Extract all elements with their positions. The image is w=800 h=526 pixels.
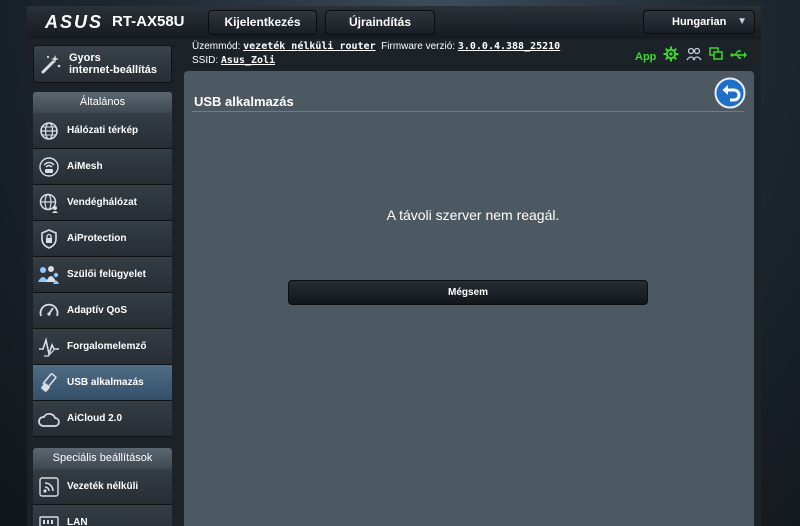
content-panel: USB alkalmazás A távoli szerver nem reag…	[184, 71, 754, 526]
back-button[interactable]	[714, 77, 746, 109]
clients-status-icon[interactable]	[686, 47, 702, 66]
sidebar-item-label: Hálózati térkép	[67, 125, 139, 136]
sidebar-item-guest-network[interactable]: Vendéghálózat	[33, 185, 172, 221]
sidebar-item-lan[interactable]: LAN	[33, 505, 172, 526]
sidebar-item-wireless[interactable]: Vezeték nélküli	[33, 469, 172, 505]
sidebar-item-label: Forgalomelemző	[67, 341, 147, 352]
page-title: USB alkalmazás	[194, 94, 294, 109]
sidebar-item-label: AiCloud 2.0	[67, 413, 123, 424]
language-value: Hungarian	[672, 16, 727, 28]
mode-label: Üzemmód:	[192, 41, 241, 52]
sidebar-item-label: USB alkalmazás	[67, 377, 144, 388]
advanced-menu: Vezeték nélküli LAN	[33, 469, 172, 526]
lan-icon	[37, 511, 61, 526]
usb-status-icon[interactable]	[730, 48, 748, 66]
sidebar-item-adaptive-qos[interactable]: Adaptív QoS	[33, 293, 172, 329]
sidebar-item-parental-control[interactable]: Szülői felügyelet	[33, 257, 172, 293]
title-divider	[192, 111, 744, 112]
quick-internet-setup-button[interactable]: Gyors internet-beállítás	[33, 45, 172, 83]
sidebar-item-usb-application[interactable]: USB alkalmazás	[33, 365, 172, 401]
quick-setup-line2: internet-beállítás	[69, 64, 158, 76]
wifi-icon	[37, 475, 61, 499]
logout-button[interactable]: Kijelentkezés	[208, 10, 317, 35]
wand-icon	[39, 52, 63, 76]
sidebar-item-label: Adaptív QoS	[67, 305, 128, 316]
sidebar-item-aimesh[interactable]: AiMesh	[33, 149, 172, 185]
network-status-icon[interactable]	[709, 47, 724, 66]
sidebar-item-label: Vendéghálózat	[67, 197, 138, 208]
family-icon	[37, 263, 61, 287]
advanced-section-title: Speciális beállítások	[33, 448, 172, 469]
cloud-icon	[37, 407, 61, 431]
app-link[interactable]: App	[635, 51, 656, 63]
traffic-analyzer-icon	[37, 335, 61, 359]
general-menu: Hálózati térkép AiMesh Vendéghálózat AiP…	[33, 113, 172, 437]
chevron-down-icon: ▼	[737, 16, 747, 27]
asus-logo: ASUS	[45, 12, 104, 32]
sidebar-item-label: Vezeték nélküli	[67, 481, 139, 492]
sidebar-item-label: Szülői felügyelet	[67, 269, 146, 280]
cancel-button[interactable]: Mégsem	[288, 280, 648, 305]
ssid-label: SSID:	[192, 55, 219, 66]
sidebar-item-label: AiProtection	[67, 233, 127, 244]
aimesh-icon	[37, 155, 61, 179]
reboot-button[interactable]: Újraindítás	[325, 10, 435, 35]
sidebar-item-label: AiMesh	[67, 161, 103, 172]
shield-lock-icon	[37, 227, 61, 251]
firmware-label: Firmware verzió:	[381, 41, 456, 52]
general-section-title: Általános	[33, 92, 172, 113]
sidebar-item-label: LAN	[67, 517, 88, 526]
gear-status-icon[interactable]	[663, 46, 679, 67]
firmware-value-link[interactable]: 3.0.0.4.388_25210	[458, 41, 560, 52]
status-icons: App	[635, 46, 748, 67]
router-model: RT-AX58U	[112, 13, 185, 30]
guest-network-icon	[37, 191, 61, 215]
sidebar-item-aiprotection[interactable]: AiProtection	[33, 221, 172, 257]
error-message: A távoli szerver nem reagál.	[386, 207, 560, 223]
sidebar-item-network-map[interactable]: Hálózati térkép	[33, 113, 172, 149]
ssid-value-link[interactable]: Asus_Zoli	[221, 55, 275, 66]
back-arrow-icon	[714, 77, 746, 113]
sidebar-item-traffic-analyzer[interactable]: Forgalomelemző	[33, 329, 172, 365]
globe-network-icon	[37, 119, 61, 143]
usb-icon	[37, 371, 61, 395]
status-bar: Üzemmód: vezeték nélküli router Firmware…	[192, 40, 560, 68]
language-select[interactable]: Hungarian ▼	[643, 10, 755, 34]
mode-value-link[interactable]: vezeték nélküli router	[243, 41, 375, 52]
speedometer-icon	[37, 299, 61, 323]
sidebar-item-aicloud[interactable]: AiCloud 2.0	[33, 401, 172, 437]
quick-setup-line1: Gyors	[69, 52, 101, 64]
